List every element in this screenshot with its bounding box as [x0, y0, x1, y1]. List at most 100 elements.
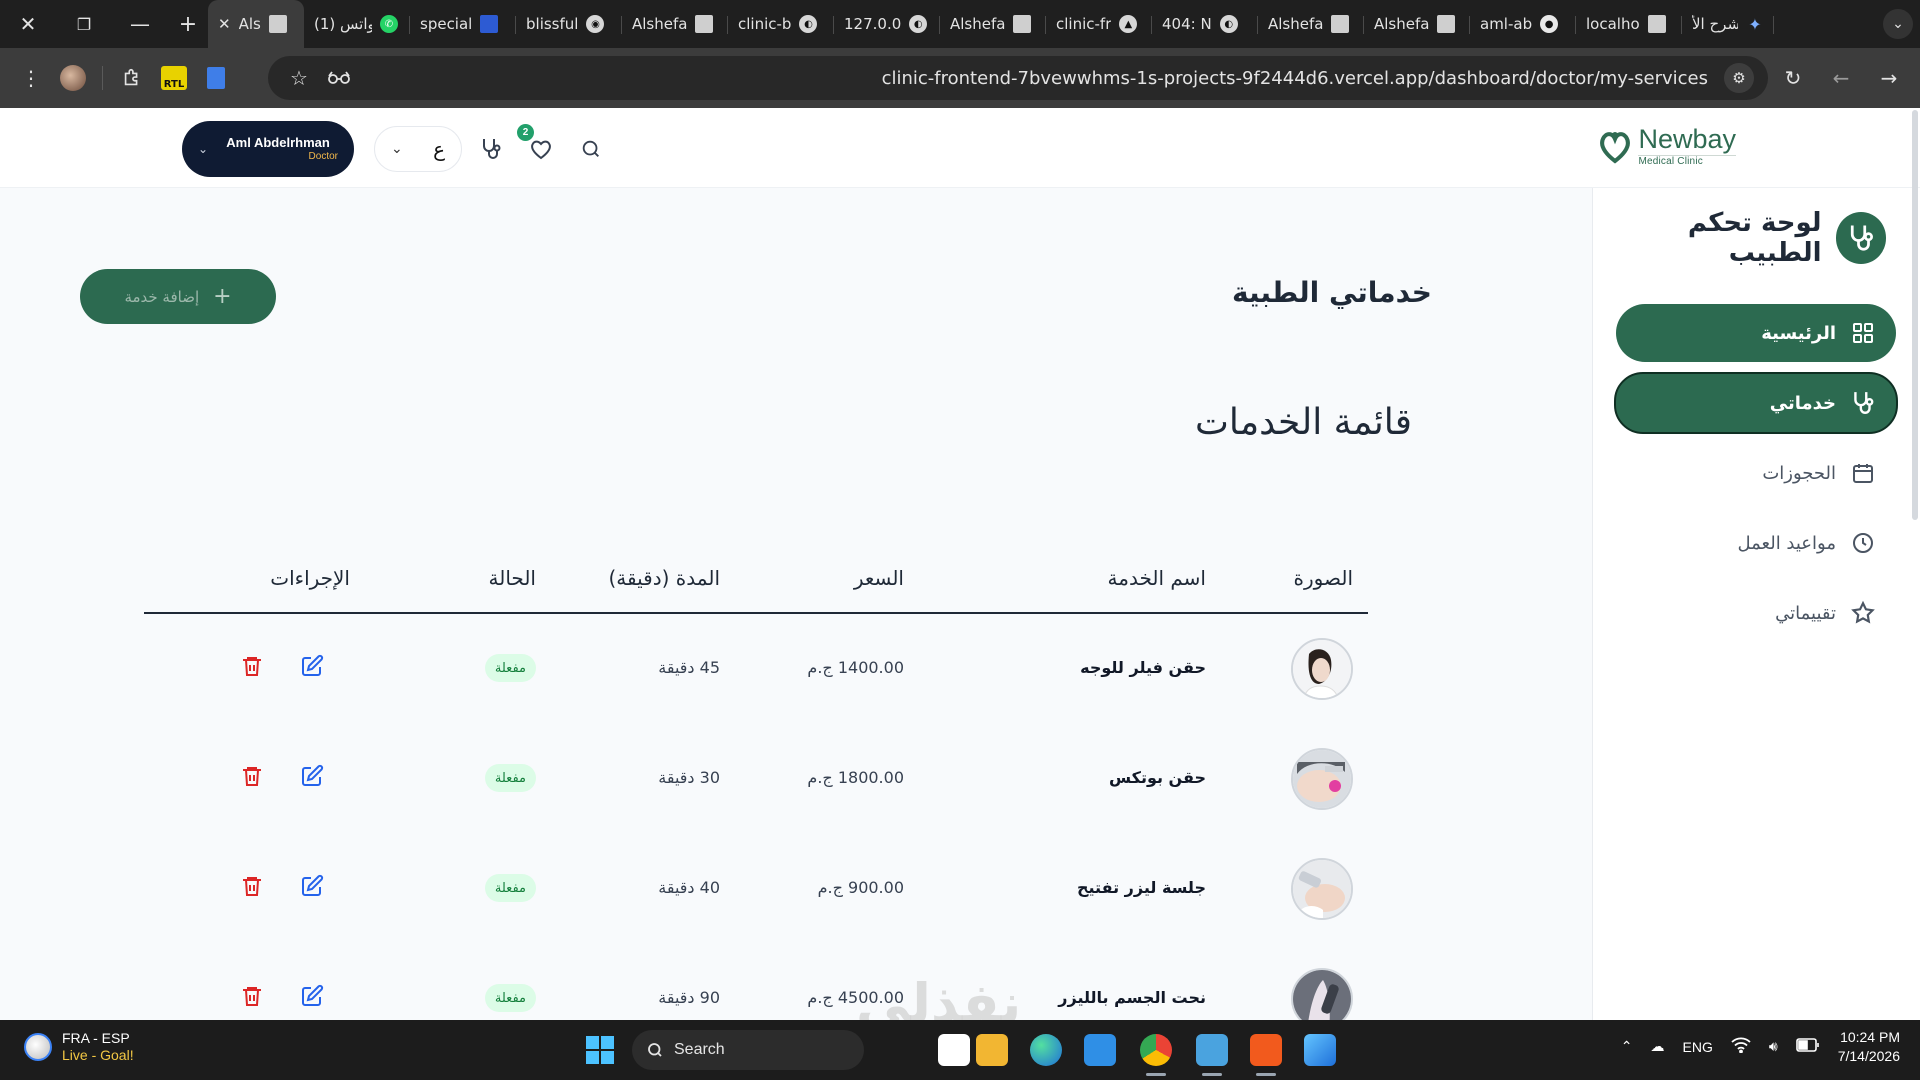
- vscode-icon[interactable]: [1084, 1034, 1116, 1066]
- app-header: Newbay Medical Clinic 2 ⌄ ع ⌄ Aml Abdelr…: [0, 108, 1920, 188]
- new-tab-button[interactable]: +: [168, 0, 208, 48]
- onedrive-cloud-icon[interactable]: ☁: [1651, 1038, 1665, 1055]
- system-tray: ⌃ ☁ ENG 🔊︎ 10:24 PM 7/14/2026: [1621, 1028, 1900, 1066]
- sidebar-item-my-services[interactable]: خدماتي: [1614, 372, 1898, 434]
- service-duration: 90 دقيقة: [658, 988, 720, 1007]
- close-window-icon[interactable]: ✕: [0, 0, 56, 48]
- rtl-extension-button[interactable]: RTL: [153, 57, 195, 99]
- taskbar-search[interactable]: Search: [632, 1030, 864, 1070]
- close-tab-icon[interactable]: ✕: [218, 15, 231, 33]
- delete-trash-icon[interactable]: [238, 764, 264, 790]
- globe-icon: ◐: [1219, 15, 1238, 33]
- page-icon: [268, 15, 287, 33]
- browser-tab[interactable]: Alshefa: [1364, 0, 1470, 48]
- clock-date: 7/14/2026: [1837, 1047, 1900, 1064]
- extensions-puzzle-icon[interactable]: [111, 57, 153, 99]
- browser-tab[interactable]: 404: N ◐: [1152, 0, 1258, 48]
- browser-tab-active[interactable]: ✕ Als: [208, 0, 304, 48]
- tab-search-button[interactable]: ⌄: [1876, 0, 1920, 48]
- tab-label: clinic-b: [738, 15, 792, 33]
- minimize-window-icon[interactable]: —: [112, 0, 168, 48]
- xampp-icon[interactable]: [1250, 1034, 1282, 1076]
- edge-browser-icon[interactable]: [1030, 1034, 1062, 1066]
- address-bar[interactable]: ☆ clinic-frontend-7bvewwhms-1s-projects-…: [268, 56, 1768, 100]
- volume-icon[interactable]: 🔊︎: [1769, 1038, 1778, 1055]
- back-arrow-icon[interactable]: ←: [1820, 57, 1862, 99]
- browser-tab[interactable]: clinic-fr ▲: [1046, 0, 1152, 48]
- input-language[interactable]: ENG: [1683, 1039, 1713, 1055]
- forward-arrow-icon[interactable]: →: [1868, 57, 1910, 99]
- globe-icon: ◐: [909, 15, 928, 33]
- url-text[interactable]: clinic-frontend-7bvewwhms-1s-projects-9f…: [356, 68, 1724, 89]
- tab-label: special: [420, 15, 473, 33]
- browser-tab[interactable]: Alshefa: [940, 0, 1046, 48]
- snipping-tool-icon[interactable]: [1304, 1034, 1336, 1066]
- chevron-up-icon[interactable]: ⌃: [1621, 1038, 1633, 1055]
- restore-window-icon[interactable]: ❐: [56, 0, 112, 48]
- tab-label: Alshefa: [1374, 15, 1430, 33]
- profile-avatar[interactable]: [52, 57, 94, 99]
- browser-tab[interactable]: (1) واتس ✆: [304, 0, 410, 48]
- tab-label: localho: [1586, 15, 1640, 33]
- browser-tab[interactable]: special: [410, 0, 516, 48]
- sidebar-item-bookings[interactable]: الحجوزات: [1616, 444, 1896, 502]
- bookmark-star-icon[interactable]: ☆: [282, 61, 316, 95]
- browser-tab[interactable]: Alshefa: [622, 0, 728, 48]
- browser-tab[interactable]: 127.0.0 ◐: [834, 0, 940, 48]
- tab-label: aml-ab: [1480, 15, 1533, 33]
- browser-menu-icon[interactable]: ⋮: [10, 57, 52, 99]
- wifi-icon[interactable]: [1731, 1037, 1751, 1056]
- language-select[interactable]: ⌄ ع: [374, 126, 462, 172]
- service-name: نحت الجسم بالليزر: [1058, 988, 1206, 1007]
- delete-trash-icon[interactable]: [238, 984, 264, 1010]
- browser-tab[interactable]: aml-ab ●: [1470, 0, 1576, 48]
- search-icon[interactable]: [576, 134, 606, 164]
- notepad-app-icon[interactable]: [938, 1034, 970, 1066]
- news-widget[interactable]: FRA - ESP Live - Goal!: [24, 1030, 134, 1064]
- stethoscope-icon[interactable]: [476, 134, 506, 164]
- browser-tab[interactable]: blissful ◉: [516, 0, 622, 48]
- delete-trash-icon[interactable]: [238, 874, 264, 900]
- browser-tab[interactable]: شرح الأ ✦: [1682, 0, 1774, 48]
- edit-icon[interactable]: [298, 874, 324, 900]
- page-scrollbar[interactable]: [1912, 110, 1918, 520]
- browser-tab[interactable]: clinic-b ◐: [728, 0, 834, 48]
- edit-icon[interactable]: [298, 764, 324, 790]
- add-service-button[interactable]: + إضافة خدمة: [80, 269, 276, 324]
- delete-trash-icon[interactable]: [238, 654, 264, 680]
- edit-icon[interactable]: [298, 654, 324, 680]
- system-clock[interactable]: 10:24 PM 7/14/2026: [1838, 1028, 1900, 1066]
- section-title: قائمة الخدمات: [1194, 402, 1412, 443]
- incognito-glasses-icon[interactable]: [322, 61, 356, 95]
- service-image: [1291, 858, 1353, 920]
- sidebar-item-reviews[interactable]: تقييماتي: [1616, 584, 1896, 642]
- windows-start-icon[interactable]: [586, 1036, 614, 1064]
- chevron-down-icon: ⌄: [391, 141, 403, 157]
- browser-tab[interactable]: localho: [1576, 0, 1682, 48]
- user-menu-button[interactable]: ⌄ Aml Abdelrhman Doctor: [182, 121, 354, 177]
- chrome-icon[interactable]: [1140, 1034, 1172, 1076]
- notes-app-icon[interactable]: [1196, 1034, 1228, 1076]
- widget-title: FRA - ESP: [62, 1030, 130, 1046]
- user-role: Doctor: [308, 150, 338, 162]
- column-header-status: الحالة: [488, 566, 536, 590]
- browser-tab[interactable]: Alshefa: [1258, 0, 1364, 48]
- service-price: 900.00 ج.م: [817, 878, 904, 897]
- edit-icon[interactable]: [298, 984, 324, 1010]
- clock-time: 10:24 PM: [1840, 1029, 1900, 1045]
- service-duration: 40 دقيقة: [658, 878, 720, 897]
- battery-icon[interactable]: [1795, 1038, 1820, 1055]
- tab-label: شرح الأ: [1692, 15, 1738, 33]
- service-name: حقن بوتكس: [1109, 768, 1206, 787]
- sidebar-item-working-hours[interactable]: مواعيد العمل: [1616, 514, 1896, 572]
- sidebar-item-home[interactable]: الرئيسية: [1616, 304, 1896, 362]
- browser-tab-strip: ✕ ❐ — + ✕ Als (1) واتس ✆ special blissfu…: [0, 0, 1920, 48]
- service-image: [1291, 968, 1353, 1020]
- reader-extension-button[interactable]: [195, 57, 237, 99]
- site-settings-icon[interactable]: ⚙: [1724, 63, 1754, 93]
- file-explorer-icon[interactable]: [976, 1034, 1008, 1066]
- reload-icon[interactable]: ↻: [1772, 57, 1814, 99]
- whatsapp-icon: ✆: [380, 15, 398, 33]
- clinic-logo[interactable]: Newbay Medical Clinic: [1598, 126, 1736, 167]
- language-value: ع: [433, 137, 445, 161]
